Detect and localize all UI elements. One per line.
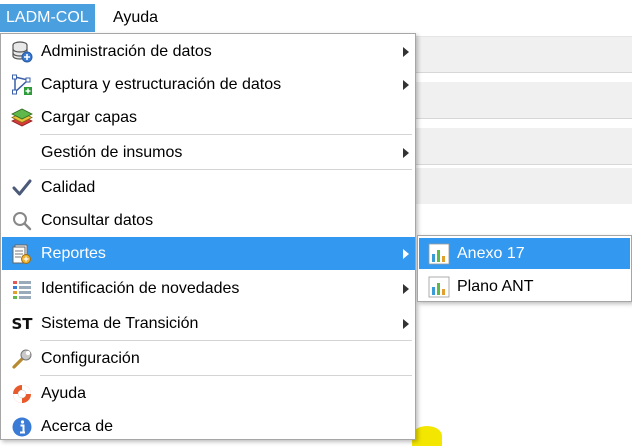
- menu-item-captura-estructuracion[interactable]: Captura y estructuración de datos: [2, 68, 415, 101]
- search-icon: [10, 209, 34, 233]
- ladm-col-menu: Administración de datos Captura y estruc…: [0, 33, 416, 440]
- menu-item-label: Identificación de novedades: [41, 280, 240, 297]
- menu-item-label: Administración de datos: [41, 43, 212, 60]
- menu-separator: [40, 169, 412, 170]
- menu-item-label: Sistema de Transición: [41, 315, 199, 332]
- changes-icon: [10, 277, 34, 301]
- menu-item-ayuda[interactable]: Ayuda: [2, 377, 415, 410]
- menu-separator: [40, 375, 412, 376]
- menu-separator: [40, 134, 412, 135]
- menu-item-label: Cargar capas: [41, 109, 138, 126]
- lifebuoy-icon: [10, 382, 34, 406]
- menubar: LADM-COL Ayuda: [0, 0, 632, 37]
- menu-item-label: Gestión de insumos: [41, 144, 183, 161]
- menubar-ayuda[interactable]: Ayuda: [107, 4, 164, 32]
- menu-item-calidad[interactable]: Calidad: [2, 171, 415, 204]
- st-icon-text: ST: [11, 315, 33, 333]
- submenu-arrow-icon: [403, 80, 409, 90]
- submenu-arrow-icon: [403, 319, 409, 329]
- submenu-item-label: Plano ANT: [457, 278, 534, 295]
- menu-item-gestion-insumos[interactable]: Gestión de insumos: [2, 136, 415, 169]
- info-icon: [10, 415, 34, 439]
- submenu-arrow-icon: [403, 47, 409, 57]
- menu-item-configuracion[interactable]: Configuración: [2, 342, 415, 375]
- menu-item-consultar-datos[interactable]: Consultar datos: [2, 204, 415, 237]
- menu-item-administracion-datos[interactable]: Administración de datos: [2, 35, 415, 68]
- menu-item-label: Consultar datos: [41, 212, 154, 229]
- vertex-edit-icon: [10, 73, 34, 97]
- menubar-ladm-col[interactable]: LADM-COL: [0, 4, 95, 32]
- checkmark-icon: [10, 176, 34, 200]
- menu-item-label: Acerca de: [41, 418, 114, 435]
- menu-separator: [40, 340, 412, 341]
- submenu-item-label: Anexo 17: [457, 245, 525, 262]
- submenu-item-plano-ant[interactable]: Plano ANT: [419, 271, 630, 302]
- menu-item-cargar-capas[interactable]: Cargar capas: [2, 101, 415, 134]
- menu-item-label: Calidad: [41, 179, 96, 196]
- submenu-arrow-icon: [403, 284, 409, 294]
- database-add-icon: [10, 40, 34, 64]
- reportes-submenu: Anexo 17 Plano ANT: [417, 235, 632, 302]
- menu-item-label: Captura y estructuración de datos: [41, 76, 282, 93]
- menu-item-identificacion-novedades[interactable]: Identificación de novedades: [2, 272, 415, 305]
- map-feature: [412, 426, 442, 446]
- menu-item-label: Configuración: [41, 350, 140, 367]
- st-icon: ST: [10, 312, 34, 336]
- submenu-arrow-icon: [403, 249, 409, 259]
- bar-chart-icon: [428, 243, 450, 265]
- submenu-item-anexo-17[interactable]: Anexo 17: [419, 238, 630, 269]
- submenu-arrow-icon: [403, 148, 409, 158]
- wrench-icon: [10, 347, 34, 371]
- bar-chart-icon: [428, 276, 450, 298]
- menu-item-sistema-transicion[interactable]: ST Sistema de Transición: [2, 307, 415, 340]
- menu-item-label: Reportes: [41, 245, 106, 262]
- menu-item-reportes[interactable]: Reportes: [2, 237, 415, 270]
- menu-item-acerca-de[interactable]: Acerca de: [2, 410, 415, 443]
- layers-icon: [10, 106, 34, 130]
- report-icon: [10, 242, 34, 266]
- menu-item-label: Ayuda: [41, 385, 87, 402]
